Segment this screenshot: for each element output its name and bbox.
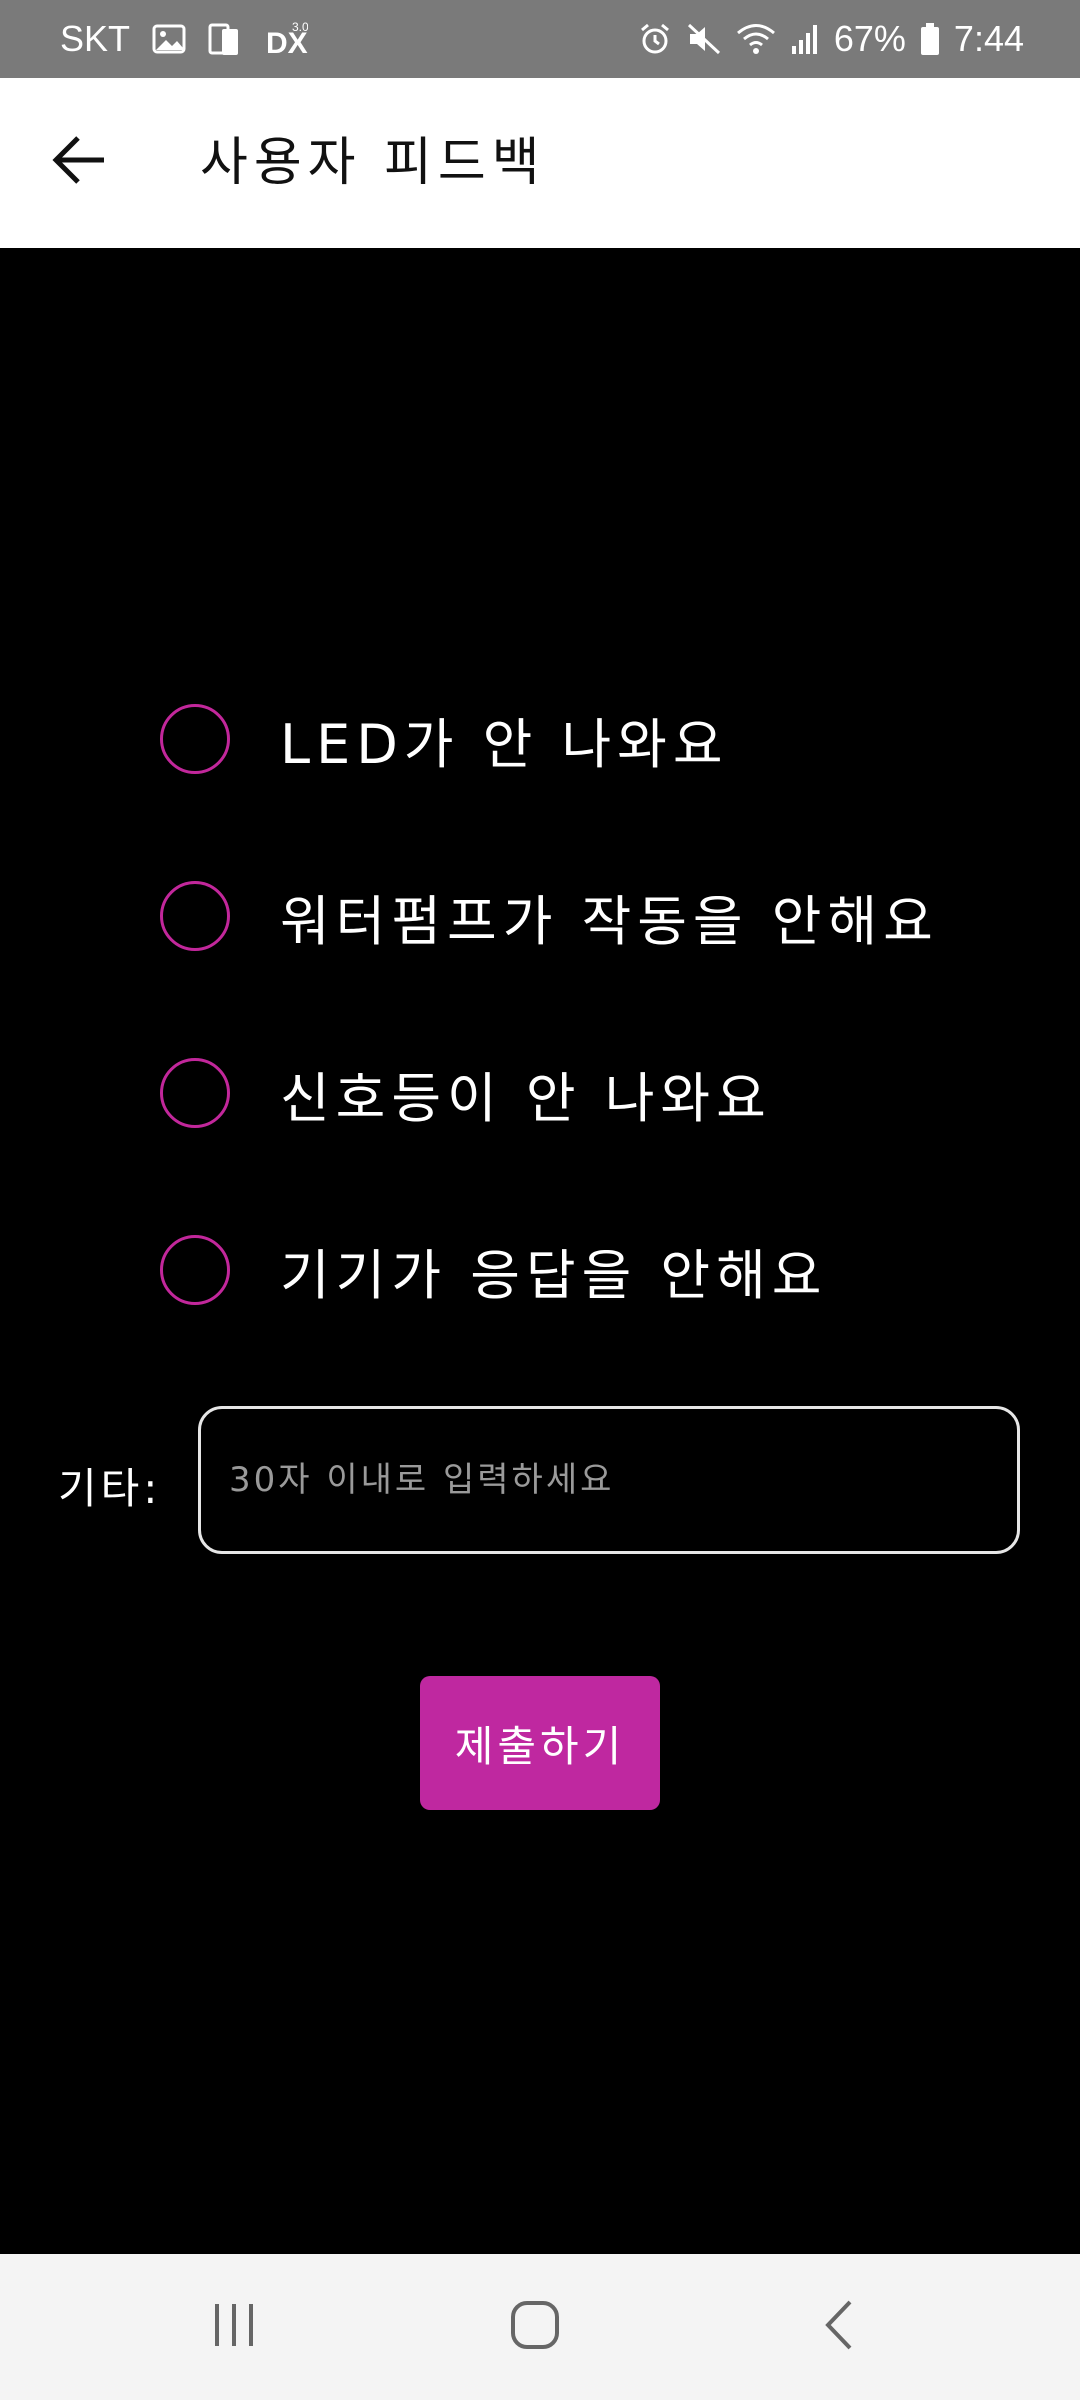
feedback-screen: SKT DX 3.0 67% 7:44 사용자 피드백 LED가 안 나와요 워… bbox=[0, 0, 1080, 2400]
recent-apps-button[interactable] bbox=[154, 2254, 314, 2400]
other-label: 기타: bbox=[58, 1464, 162, 1513]
option-label: LED가 안 나와요 bbox=[280, 712, 729, 776]
radio-button[interactable] bbox=[160, 1058, 230, 1128]
radio-button[interactable] bbox=[160, 704, 230, 774]
arrow-left-icon bbox=[52, 135, 108, 189]
dex-icon: DX 3.0 bbox=[264, 19, 308, 59]
radio-button[interactable] bbox=[160, 1235, 230, 1305]
gallery-icon bbox=[152, 24, 186, 54]
recent-apps-icon bbox=[209, 2300, 259, 2354]
home-icon bbox=[509, 2299, 561, 2355]
submit-button[interactable]: 제출하기 bbox=[420, 1676, 660, 1810]
home-button[interactable] bbox=[455, 2254, 615, 2400]
back-icon bbox=[820, 2298, 860, 2356]
status-left: SKT DX 3.0 bbox=[60, 0, 308, 78]
svg-text:3.0: 3.0 bbox=[292, 20, 308, 34]
option-label: 워터펌프가 작동을 안해요 bbox=[280, 889, 939, 953]
option-device-no-response[interactable]: 기기가 응답을 안해요 bbox=[160, 1231, 1020, 1309]
carrier-label: SKT bbox=[60, 18, 131, 59]
option-label: 신호등이 안 나와요 bbox=[280, 1066, 772, 1130]
radio-button[interactable] bbox=[160, 881, 230, 951]
navigation-bar bbox=[0, 2254, 1080, 2400]
sim-icon bbox=[208, 21, 242, 57]
other-input[interactable] bbox=[198, 1406, 1020, 1554]
page-title: 사용자 피드백 bbox=[200, 133, 546, 193]
status-bar: SKT DX 3.0 67% 7:44 bbox=[0, 0, 1080, 78]
app-bar: 사용자 피드백 bbox=[0, 78, 1080, 248]
back-button[interactable] bbox=[38, 120, 122, 204]
status-right: 67% 7:44 bbox=[638, 0, 1024, 78]
alarm-icon bbox=[638, 22, 672, 56]
signal-icon bbox=[790, 22, 820, 56]
wifi-icon bbox=[736, 22, 776, 56]
option-led[interactable]: LED가 안 나와요 bbox=[160, 700, 1020, 778]
mute-icon bbox=[686, 22, 722, 56]
battery-icon bbox=[920, 22, 940, 56]
option-label: 기기가 응답을 안해요 bbox=[280, 1243, 828, 1307]
battery-percent: 67% bbox=[833, 18, 906, 59]
nav-back-button[interactable] bbox=[760, 2254, 920, 2400]
feedback-options: LED가 안 나와요 워터펌프가 작동을 안해요 신호등이 안 나와요 기기가 … bbox=[160, 700, 1020, 1408]
option-traffic-light[interactable]: 신호등이 안 나와요 bbox=[160, 1054, 1020, 1132]
option-water-pump[interactable]: 워터펌프가 작동을 안해요 bbox=[160, 877, 1020, 955]
clock: 7:44 bbox=[953, 18, 1024, 59]
